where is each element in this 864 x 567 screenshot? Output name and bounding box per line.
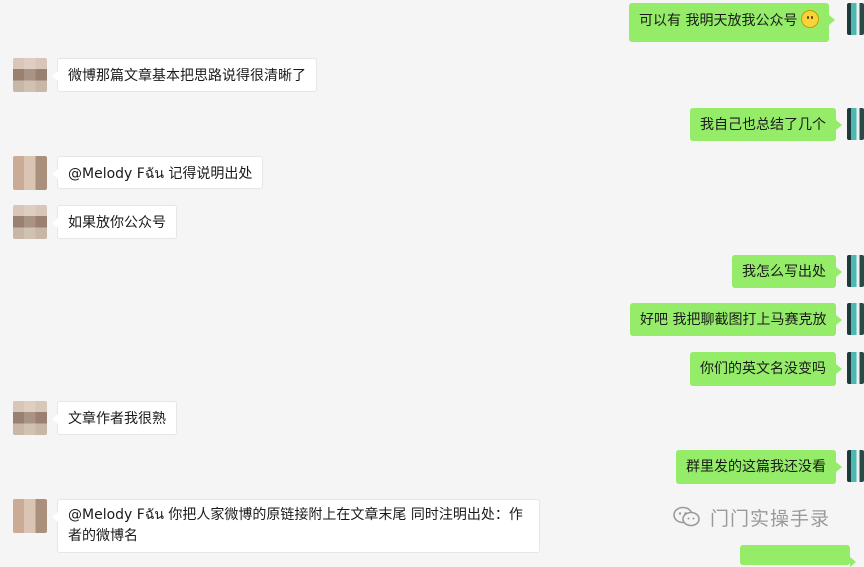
message-text: 你们的英文名没变吗 — [700, 361, 826, 377]
avatar[interactable] — [13, 58, 47, 92]
message-text: 群里发的这篇我还没看 — [686, 459, 826, 475]
watermark: 门门实操手录 — [672, 503, 830, 531]
message-bubble[interactable]: 如果放你公众号 — [52, 205, 177, 239]
message-text: 如果放你公众号 — [68, 215, 166, 231]
message-text: 微博那篇文章基本把思路说得很清晰了 — [68, 68, 306, 84]
avatar[interactable] — [847, 303, 864, 335]
message-bubble[interactable]: 我怎么写出处 — [732, 255, 842, 288]
avatar[interactable] — [847, 450, 864, 482]
avatar[interactable] — [847, 108, 864, 140]
message-bubble[interactable]: 微博那篇文章基本把思路说得很清晰了 — [52, 58, 317, 92]
avatar[interactable] — [13, 205, 47, 239]
avatar[interactable] — [847, 255, 864, 287]
message-text: 我自己也总结了几个 — [700, 117, 826, 133]
message-bubble[interactable]: 可以有 我明天放我公众号 — [629, 3, 836, 42]
message-text: 好吧 我把聊截图打上马赛克放 — [640, 312, 827, 328]
message-bubble[interactable]: @Melody Fฉัน 记得说明出处 — [51, 156, 264, 189]
message-bubble[interactable]: 群里发的这篇我还没看 — [676, 450, 842, 484]
message-bubble[interactable]: 好吧 我把聊截图打上马赛克放 — [630, 303, 843, 336]
avatar[interactable] — [847, 3, 864, 35]
message-bubble[interactable]: 文章作者我很熟 — [52, 401, 177, 435]
message-text: 可以有 我明天放我公众号 — [639, 13, 798, 29]
message-text: @Melody Fฉัน 记得说明出处 — [68, 166, 253, 182]
avatar[interactable] — [13, 156, 47, 190]
message-bubble[interactable]: @Melody Fฉัน 你把人家微博的原链接附上在文章末尾 同时注明出处：作者… — [52, 499, 540, 553]
message-bubble[interactable]: 我自己也总结了几个 — [690, 108, 842, 141]
watermark-text: 门门实操手录 — [710, 507, 831, 530]
avatar[interactable] — [13, 401, 47, 435]
message-text: 文章作者我很熟 — [68, 411, 166, 427]
message-bubble[interactable]: 你们的英文名没变吗 — [690, 352, 842, 386]
wechat-official-account-icon — [672, 505, 702, 529]
message-text: @Melody Fฉัน 你把人家微博的原链接附上在文章末尾 同时注明出处：作者… — [68, 507, 523, 544]
smile-emoji-icon — [801, 10, 820, 28]
message-bubble-partial[interactable] — [740, 545, 856, 567]
avatar[interactable] — [847, 352, 864, 384]
avatar[interactable] — [13, 499, 47, 533]
message-text: 我怎么写出处 — [742, 264, 826, 280]
